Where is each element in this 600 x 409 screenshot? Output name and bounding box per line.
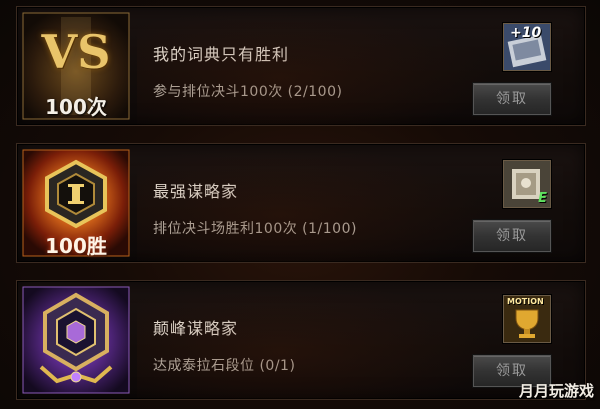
achievement-title: 颠峰谋略家 (153, 319, 239, 338)
rank-1-hexagon-badge-icon: 100胜 (17, 144, 135, 262)
claim-button[interactable]: 领取 (473, 220, 551, 252)
plus10-enhance-ticket-icon[interactable]: +10 (503, 23, 551, 71)
watermark-text: 月月玩游戏 (518, 382, 594, 400)
badge-count-text: 100次 (45, 95, 107, 119)
motion-trophy-icon[interactable]: MOTION (503, 295, 551, 343)
achievement-title: 最强谋略家 (153, 182, 239, 201)
achievement-description: 达成泰拉石段位 (0/1) (153, 358, 296, 374)
badge-count-text: 100胜 (45, 234, 107, 258)
achievement-description: 参与排位决斗100次 (2/100) (153, 84, 343, 100)
achievement-row: 颠峰谋略家 达成泰拉石段位 (0/1) MOTION 领取 (16, 280, 586, 400)
stone-token-icon[interactable]: E (503, 160, 551, 208)
purple-gem-badge-icon (17, 281, 135, 399)
vs-glyph: VS (41, 25, 111, 79)
vs-badge-icon: VS 100次 (17, 7, 135, 125)
achievement-row: VS 100次 我的词典只有胜利 参与排位决斗100次 (2/100) +10 … (16, 6, 586, 126)
achievement-title: 我的词典只有胜利 (153, 45, 290, 64)
reward-label: E (538, 191, 547, 206)
claim-button[interactable]: 领取 (473, 83, 551, 115)
reward-label: +10 (510, 25, 542, 41)
achievement-description: 排位决斗场胜利100次 (1/100) (153, 221, 357, 237)
achievement-row: 100胜 最强谋略家 排位决斗场胜利100次 (1/100) E 领取 (16, 143, 586, 263)
reward-label: MOTION (507, 297, 544, 306)
